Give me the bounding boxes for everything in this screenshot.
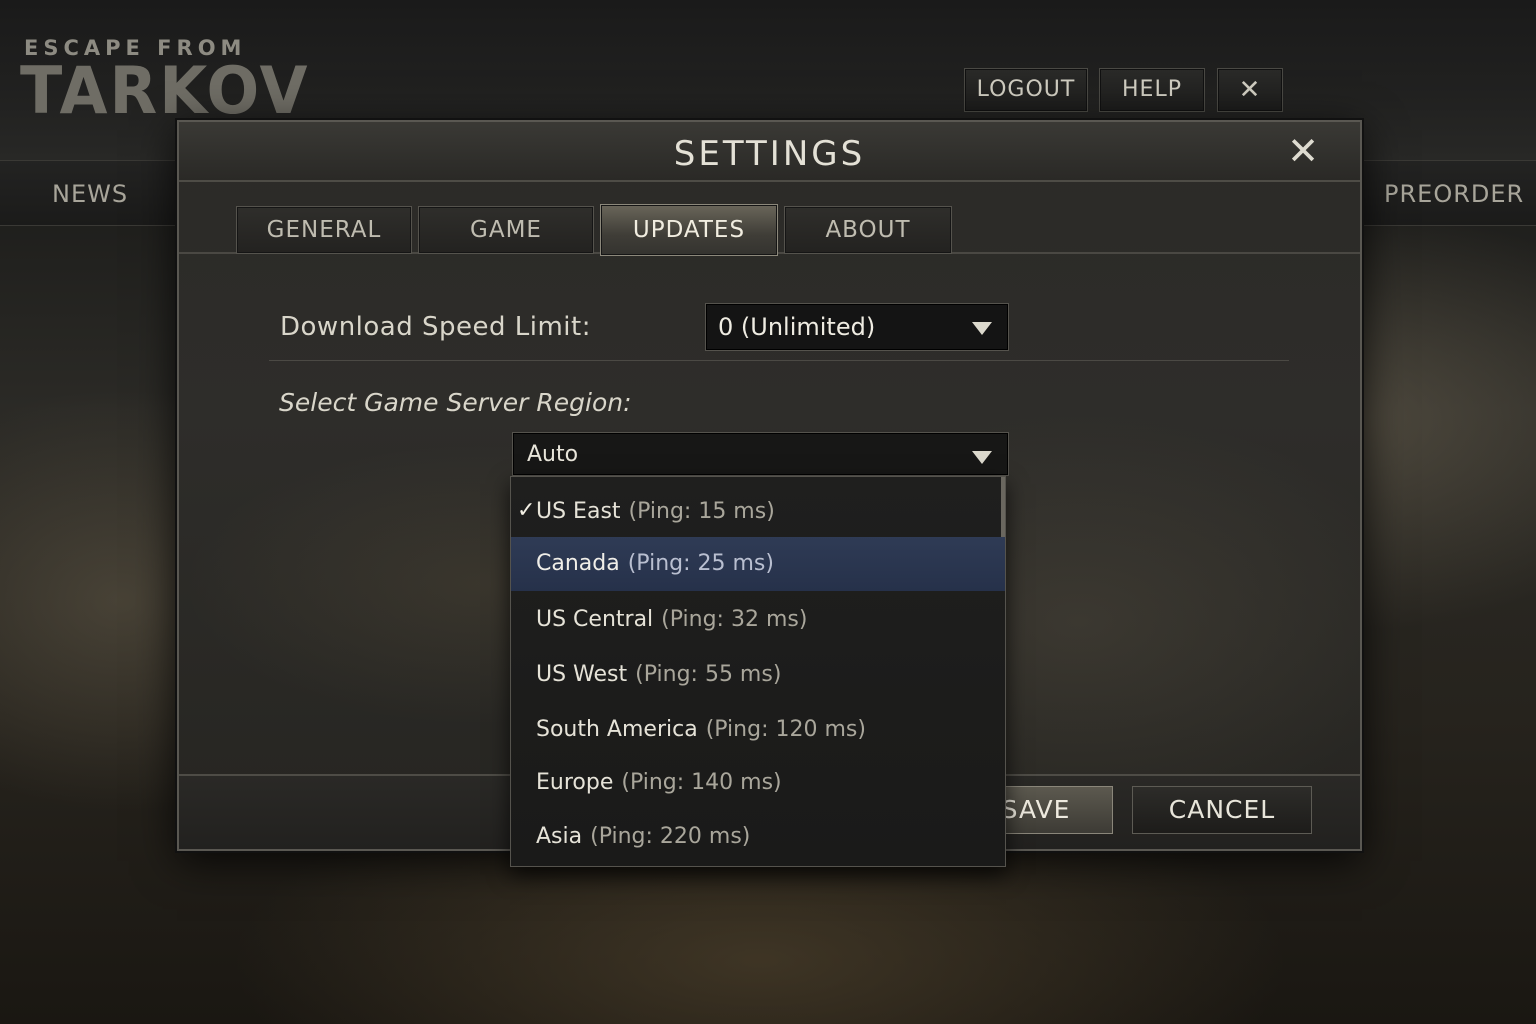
dialog-title: SETTINGS: [673, 134, 866, 174]
region-name: US West: [536, 662, 628, 687]
server-region-label: Select Game Server Region:: [279, 388, 632, 417]
region-option-us-east[interactable]: ✓ US East (Ping: 15 ms): [511, 485, 1005, 539]
logout-button[interactable]: LOGOUT: [964, 68, 1088, 112]
cancel-button[interactable]: CANCEL: [1132, 786, 1312, 834]
dialog-header: SETTINGS ✕: [179, 122, 1360, 182]
region-name: US East: [536, 499, 621, 524]
game-logo: ESCAPE FROM TARKOV: [20, 36, 330, 129]
tab-game[interactable]: GAME: [418, 206, 594, 254]
region-name: South America: [536, 717, 698, 742]
region-ping: (Ping: 55 ms): [635, 662, 782, 687]
nav-news[interactable]: NEWS: [52, 180, 128, 208]
tab-about[interactable]: ABOUT: [784, 206, 952, 254]
download-speed-label: Download Speed Limit:: [280, 312, 591, 342]
region-option-us-west[interactable]: US West (Ping: 55 ms): [511, 648, 1005, 702]
region-ping: (Ping: 15 ms): [628, 499, 775, 524]
launcher-close-button[interactable]: ✕: [1217, 68, 1283, 112]
region-option-canada[interactable]: Canada (Ping: 25 ms): [511, 537, 1005, 591]
checkmark-icon: ✓: [517, 498, 536, 523]
chevron-down-icon: [972, 451, 992, 464]
close-icon: ✕: [1287, 129, 1319, 173]
region-name: Asia: [536, 824, 583, 849]
region-ping: (Ping: 220 ms): [590, 824, 751, 849]
region-ping: (Ping: 32 ms): [661, 607, 808, 632]
region-name: Canada: [536, 551, 620, 576]
server-region-value: Auto: [527, 442, 579, 467]
nav-preorder[interactable]: PREORDER: [1384, 180, 1524, 208]
tab-general[interactable]: GENERAL: [236, 206, 412, 254]
server-region-select[interactable]: Auto: [512, 432, 1009, 476]
dialog-close-button[interactable]: ✕: [1283, 132, 1323, 172]
chevron-down-icon: [972, 322, 992, 335]
region-option-south-america[interactable]: South America (Ping: 120 ms): [511, 703, 1005, 757]
region-ping: (Ping: 25 ms): [627, 551, 774, 576]
region-name: US Central: [536, 607, 654, 632]
logo-main-text: TARKOV: [20, 52, 310, 129]
region-option-us-central[interactable]: US Central (Ping: 32 ms): [511, 593, 1005, 647]
region-option-asia[interactable]: Asia (Ping: 220 ms): [511, 810, 1005, 864]
region-option-europe[interactable]: Europe (Ping: 140 ms): [511, 756, 1005, 810]
download-speed-value: 0 (Unlimited): [718, 313, 876, 341]
region-ping: (Ping: 120 ms): [705, 717, 866, 742]
tab-updates[interactable]: UPDATES: [600, 204, 778, 256]
region-name: Europe: [536, 770, 614, 795]
server-region-dropdown: ✓ US East (Ping: 15 ms) Canada (Ping: 25 m…: [510, 476, 1006, 867]
help-button[interactable]: HELP: [1099, 68, 1205, 112]
section-divider: [269, 360, 1289, 361]
download-speed-select[interactable]: 0 (Unlimited): [705, 303, 1009, 351]
close-icon: ✕: [1238, 75, 1262, 105]
region-ping: (Ping: 140 ms): [621, 770, 782, 795]
